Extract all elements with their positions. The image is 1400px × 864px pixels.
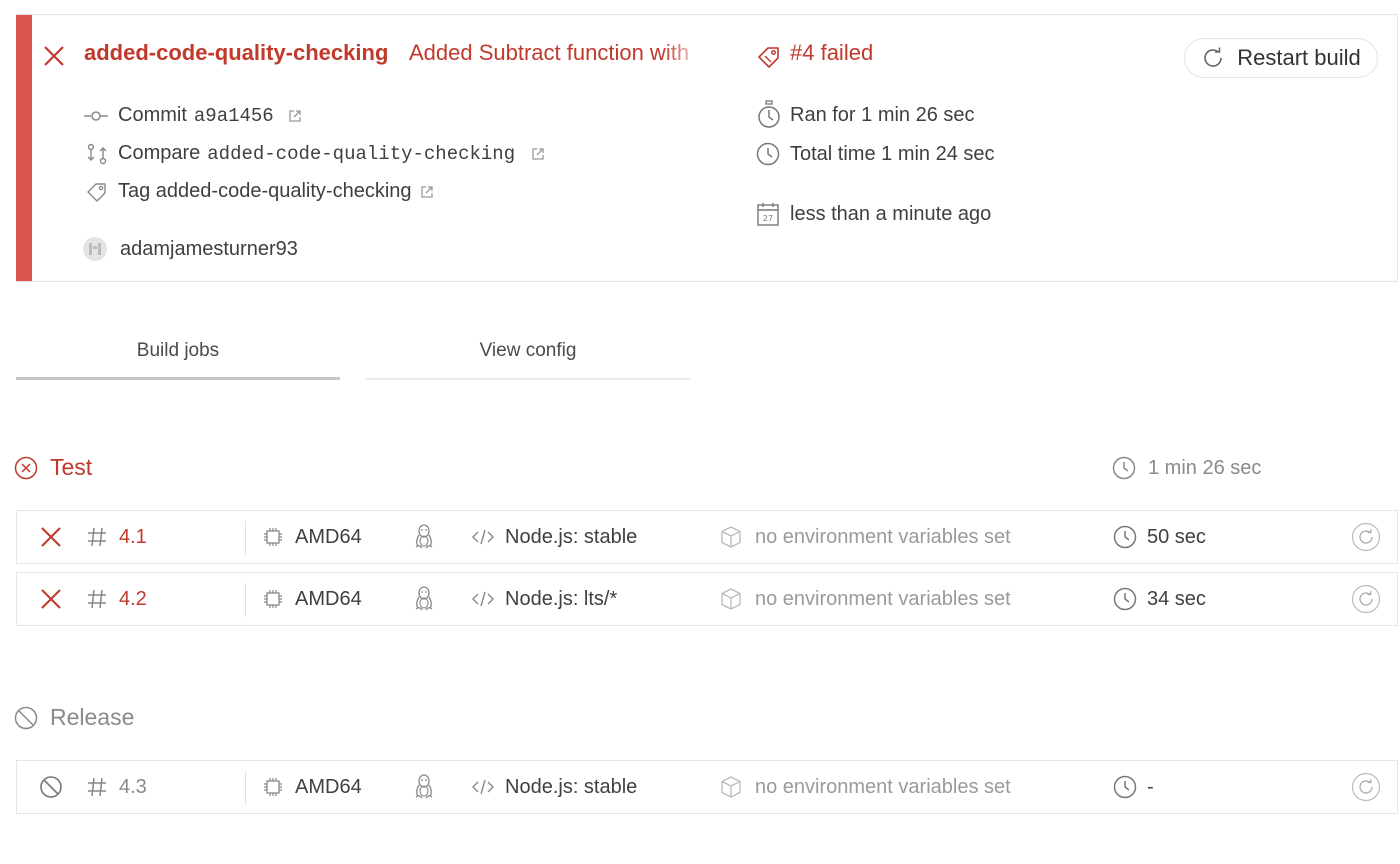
commit-label: Commit <box>118 104 187 126</box>
job-row[interactable]: 4.1 AMD64 Node.js: stable no environment… <box>16 510 1398 564</box>
author-link[interactable]: adamjamesturner93 <box>120 238 298 261</box>
stage-duration-text: 1 min 26 sec <box>1148 456 1262 479</box>
code-icon <box>471 573 495 625</box>
tab-build-jobs-underline <box>16 377 340 380</box>
status-stripe <box>16 15 32 281</box>
total-time-text: Total time 1 min 24 sec <box>790 142 995 165</box>
svg-text:27: 27 <box>763 214 773 223</box>
job-arch: AMD64 <box>295 775 362 798</box>
cpu-icon <box>263 511 283 563</box>
failed-circle-icon <box>14 456 38 480</box>
restart-icon <box>1201 46 1225 70</box>
compare-link[interactable]: added-code-quality-checking <box>207 143 515 165</box>
job-arch: AMD64 <box>295 587 362 610</box>
job-number[interactable]: 4.1 <box>119 511 147 563</box>
box-icon <box>719 761 743 813</box>
calendar-icon: 27 <box>757 202 779 226</box>
cpu-icon <box>263 761 283 813</box>
tab-view-config-underline <box>366 378 690 380</box>
code-icon <box>471 511 495 563</box>
build-status: #4 failed <box>790 40 874 65</box>
ran-for-row: Ran for 1 min 26 sec <box>756 100 975 130</box>
job-row[interactable]: 4.3 AMD64 Node.js: stable no environment… <box>16 760 1398 814</box>
stage-header-test: Test <box>14 454 92 481</box>
job-duration: - <box>1147 775 1154 798</box>
compare-row: Compare added-code-quality-checking <box>86 142 545 165</box>
cpu-icon <box>263 573 283 625</box>
clock-icon <box>756 142 780 166</box>
linux-tux-icon <box>413 511 435 563</box>
box-icon <box>719 573 743 625</box>
finished-text: less than a minute ago <box>790 202 992 225</box>
failed-x-icon <box>39 511 63 563</box>
hash-icon <box>87 761 107 813</box>
restart-job-icon[interactable] <box>1351 573 1381 625</box>
compare-label: Compare <box>118 142 201 164</box>
hash-icon <box>87 511 107 563</box>
hash-icon <box>87 573 107 625</box>
job-env: no environment variables set <box>755 775 1011 798</box>
ran-for-text: Ran for 1 min 26 sec <box>790 103 975 126</box>
job-row[interactable]: 4.2 AMD64 Node.js: lts/* no environment … <box>16 572 1398 626</box>
code-icon <box>471 761 495 813</box>
box-icon <box>719 511 743 563</box>
stage-duration: 1 min 26 sec <box>1112 456 1261 480</box>
total-time-row: Total time 1 min 24 sec <box>756 142 995 166</box>
compare-icon <box>86 143 108 165</box>
divider <box>245 583 246 617</box>
job-number[interactable]: 4.2 <box>119 573 147 625</box>
job-env: no environment variables set <box>755 525 1011 548</box>
tab-build-jobs[interactable]: Build jobs <box>16 340 340 380</box>
commit-sha-link[interactable]: a9a1456 <box>194 105 274 127</box>
avatar <box>82 236 108 262</box>
external-link-icon[interactable] <box>531 147 545 161</box>
linux-tux-icon <box>413 761 435 813</box>
restart-build-button[interactable]: Restart build <box>1184 38 1378 78</box>
stage-name: Release <box>50 704 135 730</box>
finished-row: 27 less than a minute ago <box>757 202 991 226</box>
job-env: no environment variables set <box>755 587 1011 610</box>
tag-link[interactable]: Tag added-code-quality-checking <box>118 180 412 203</box>
job-duration: 50 sec <box>1147 525 1206 548</box>
failed-tag-icon <box>756 44 782 70</box>
restart-build-label: Restart build <box>1237 45 1361 70</box>
stopwatch-icon <box>756 100 782 130</box>
job-language: Node.js: stable <box>505 525 638 548</box>
linux-tux-icon <box>413 573 435 625</box>
job-arch: AMD64 <box>295 525 362 548</box>
branch-name-link[interactable]: added-code-quality-checking <box>84 40 388 66</box>
author-row: adamjamesturner93 <box>82 236 298 262</box>
tab-view-config[interactable]: View config <box>366 340 690 380</box>
canceled-icon <box>14 706 38 730</box>
commit-icon <box>84 109 108 123</box>
stage-name: Test <box>50 454 93 480</box>
job-number[interactable]: 4.3 <box>119 761 147 813</box>
tag-row: Tag added-code-quality-checking <box>86 180 434 203</box>
external-link-icon[interactable] <box>288 109 302 123</box>
commit-message[interactable]: Added Subtract function with <box>409 40 707 66</box>
canceled-icon <box>39 761 63 813</box>
restart-job-icon[interactable] <box>1351 761 1381 813</box>
stage-header-release: Release <box>14 704 134 731</box>
tag-icon <box>86 181 108 203</box>
clock-icon <box>1113 761 1137 813</box>
clock-icon <box>1113 573 1137 625</box>
external-link-icon[interactable] <box>420 185 434 199</box>
divider <box>245 771 246 805</box>
job-language: Node.js: lts/* <box>505 587 618 610</box>
failed-x-icon <box>39 573 63 625</box>
job-duration: 34 sec <box>1147 587 1206 610</box>
job-language: Node.js: stable <box>505 775 638 798</box>
commit-row: Commit a9a1456 <box>84 104 302 127</box>
divider <box>245 521 246 555</box>
failed-x-icon <box>42 44 66 68</box>
clock-icon <box>1113 511 1137 563</box>
clock-icon <box>1112 456 1136 480</box>
restart-job-icon[interactable] <box>1351 511 1381 563</box>
